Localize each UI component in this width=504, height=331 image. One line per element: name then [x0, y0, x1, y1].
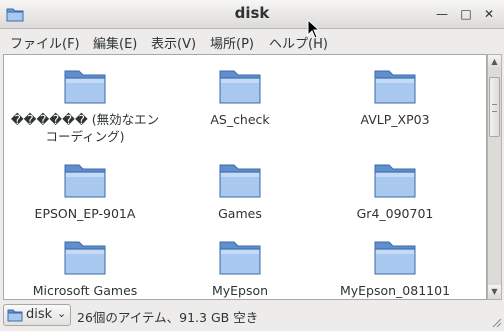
folder-icon	[64, 164, 106, 198]
file-label: AS_check	[210, 112, 270, 127]
file-item-epson-ep-901a[interactable]: EPSON_EP-901A	[10, 161, 160, 222]
resize-grip-icon[interactable]	[490, 316, 502, 328]
mouse-cursor-icon	[307, 19, 321, 39]
file-label: Microsoft Games	[32, 283, 138, 298]
file-item-microsoft-games[interactable]: Microsoft Games	[10, 238, 160, 299]
file-label: MyEpson_081101	[339, 283, 451, 298]
location-label: disk	[26, 307, 53, 322]
folder-icon	[219, 164, 261, 198]
maximize-icon: □	[460, 7, 472, 21]
file-manager-window: disk — □ ✕ ファイル(F) 編集(E) 表示(V) 場所(P) ヘルプ…	[0, 0, 504, 331]
file-label: AVLP_XP03	[360, 112, 430, 127]
grip-icon	[492, 104, 497, 112]
file-label: ������ (無効なエンコーディング)	[10, 112, 160, 144]
file-label: EPSON_EP-901A	[34, 206, 136, 221]
file-label: MyEpson	[211, 283, 269, 298]
window-title: disk	[234, 4, 270, 22]
folder-icon	[374, 164, 416, 198]
minimize-button[interactable]: —	[432, 5, 452, 23]
menu-view[interactable]: 表示(V)	[151, 33, 196, 52]
file-item-invalid-encoding[interactable]: ������ (無効なエンコーディング)	[10, 67, 160, 145]
file-item-myepson-081101[interactable]: MyEpson_081101	[320, 238, 470, 299]
scroll-down-button[interactable]: ▼	[488, 285, 501, 299]
location-dropdown[interactable]: disk ⌄	[3, 304, 71, 326]
chevron-down-icon: ⌄	[57, 307, 67, 320]
scroll-thumb[interactable]	[489, 77, 500, 137]
scroll-up-button[interactable]: ▲	[488, 55, 501, 69]
file-item-as-check[interactable]: AS_check	[165, 67, 315, 128]
folder-icon	[64, 241, 106, 275]
folder-icon	[374, 70, 416, 104]
close-icon: ✕	[483, 7, 495, 21]
folder-icon	[219, 70, 261, 104]
file-item-gr4-090701[interactable]: Gr4_090701	[320, 161, 470, 222]
close-button[interactable]: ✕	[479, 5, 499, 23]
file-item-myepson[interactable]: MyEpson	[165, 238, 315, 299]
file-item-avlp-xp03[interactable]: AVLP_XP03	[320, 67, 470, 128]
folder-icon	[374, 241, 416, 275]
minimize-icon: —	[436, 7, 448, 21]
title-bar[interactable]: disk — □ ✕	[0, 0, 504, 29]
maximize-button[interactable]: □	[456, 5, 476, 23]
menu-places[interactable]: 場所(P)	[210, 33, 254, 52]
file-label: Gr4_090701	[356, 206, 434, 221]
arrow-up-icon: ▲	[491, 57, 498, 66]
menu-edit[interactable]: 編集(E)	[93, 33, 137, 52]
folder-icon	[7, 309, 23, 322]
file-label: Games	[218, 206, 262, 221]
menu-bar: ファイル(F) 編集(E) 表示(V) 場所(P) ヘルプ(H)	[0, 29, 504, 53]
folder-icon	[64, 70, 106, 104]
status-summary: 26個のアイテム、91.3 GB 空き	[77, 310, 259, 325]
arrow-down-icon: ▼	[491, 287, 498, 296]
folder-icon	[219, 241, 261, 275]
status-bar: disk ⌄ 26個のアイテム、91.3 GB 空き	[0, 301, 504, 331]
vertical-scrollbar[interactable]: ▲ ▼	[487, 54, 502, 300]
file-item-games[interactable]: Games	[165, 161, 315, 222]
file-icon-view[interactable]: ������ (無効なエンコーディング) AS_check AVLP_XP03	[3, 54, 487, 300]
menu-file[interactable]: ファイル(F)	[10, 33, 80, 52]
